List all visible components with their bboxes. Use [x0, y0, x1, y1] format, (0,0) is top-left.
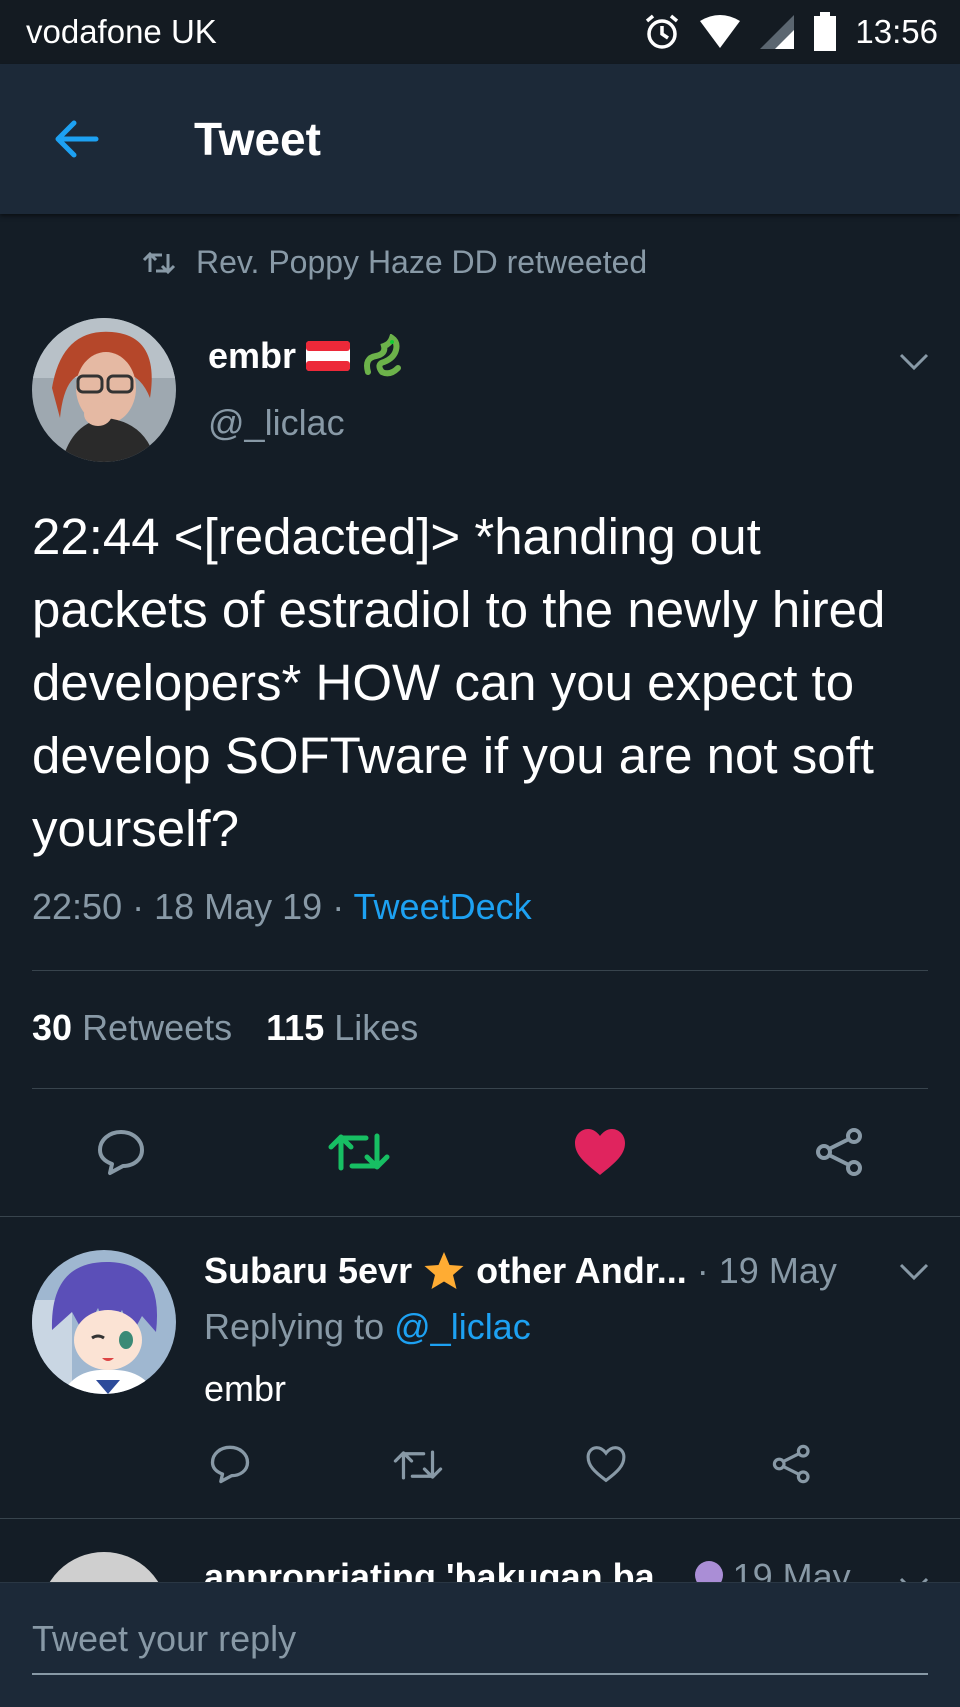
- app-bar: Tweet: [0, 64, 960, 214]
- next-reply-menu-button[interactable]: [894, 1566, 934, 1582]
- signal-icon: [760, 15, 795, 49]
- like-button[interactable]: [570, 1126, 630, 1178]
- like-count-label: Likes: [334, 1007, 419, 1048]
- reply-date: 19 May: [718, 1250, 837, 1291]
- next-reply-date: 19 May: [732, 1556, 851, 1582]
- replying-to: Replying to @_liclac: [204, 1306, 531, 1348]
- reply-author-name: Subaru 5evr: [204, 1250, 413, 1291]
- tweet-date: 18 May 19: [154, 886, 323, 927]
- status-icons: 13:56: [643, 12, 938, 52]
- alarm-icon: [646, 14, 679, 49]
- back-arrow-icon: [55, 120, 99, 158]
- retweet-button[interactable]: [326, 1128, 392, 1176]
- reply-author-name-suffix: other Andr...: [476, 1250, 687, 1291]
- author-name: embr: [208, 335, 297, 376]
- octopus-icon: [694, 1561, 723, 1582]
- status-bar: vodafone UK 13:56: [0, 0, 960, 64]
- clock: 13:56: [855, 13, 938, 50]
- replying-to-handle[interactable]: @_liclac: [394, 1306, 531, 1347]
- like-count-link[interactable]: 115 Likes: [266, 1007, 418, 1049]
- like-count: 115: [266, 1007, 325, 1048]
- reply-share-button[interactable]: [770, 1444, 814, 1484]
- retweet-count-link[interactable]: 30 Retweets: [32, 1007, 232, 1049]
- retweet-count-label: Retweets: [82, 1007, 233, 1048]
- divider: [0, 1216, 960, 1217]
- meta-separator: ·: [122, 886, 155, 927]
- author-name-row[interactable]: embr: [208, 334, 404, 378]
- chevron-down-icon: [899, 353, 929, 371]
- reply-icon: [210, 1445, 250, 1484]
- author-handle[interactable]: @_liclac: [208, 402, 345, 444]
- next-reply-author-name: appropriating 'bakugan ba...: [204, 1556, 685, 1582]
- reply-reply-button[interactable]: [208, 1444, 252, 1484]
- reply-header[interactable]: Subaru 5evr other Andr... · 19 May: [204, 1250, 837, 1292]
- retweet-context-label: Rev. Poppy Haze DD retweeted: [196, 244, 648, 280]
- retweet-icon: [393, 1450, 443, 1480]
- reply-like-button[interactable]: [584, 1444, 628, 1484]
- page-title: Tweet: [194, 113, 321, 165]
- divider: [32, 970, 928, 971]
- reply-menu-button[interactable]: [894, 1252, 934, 1292]
- reply-text: embr: [204, 1368, 287, 1409]
- tweet-text: 22:44 <[redacted]> *handing out packets …: [32, 508, 886, 857]
- share-icon: [772, 1444, 810, 1484]
- share-icon: [816, 1128, 862, 1176]
- star-icon: [424, 1252, 464, 1289]
- engagement-counts: 30 Retweets 115 Likes: [32, 1007, 418, 1049]
- share-button[interactable]: [812, 1126, 868, 1178]
- battery-icon: [814, 12, 837, 51]
- replying-to-prefix: Replying to: [204, 1306, 385, 1347]
- carrier-label: vodafone UK: [26, 13, 217, 50]
- reply-retweet-button[interactable]: [392, 1446, 444, 1484]
- meta-separator: ·: [686, 1250, 719, 1291]
- heart-filled-icon: [575, 1129, 625, 1175]
- wifi-icon: [700, 15, 741, 48]
- back-button[interactable]: [26, 89, 126, 189]
- screen: vodafone UK 13:56 Tweet Rev. Poppy Haze …: [0, 0, 960, 1707]
- divider: [32, 1088, 928, 1089]
- next-reply-avatar[interactable]: [40, 1552, 168, 1582]
- tweet-menu-button[interactable]: [894, 342, 934, 382]
- chevron-down-icon: [899, 1263, 929, 1281]
- retweet-count: 30: [32, 1007, 73, 1048]
- next-reply[interactable]: appropriating 'bakugan ba... 19 May: [0, 1540, 960, 1582]
- reply-icon: [98, 1130, 144, 1175]
- compose-bar: [0, 1582, 960, 1707]
- retweet-icon: [328, 1133, 390, 1171]
- tweet-meta: 22:50 · 18 May 19 · TweetDeck: [32, 886, 532, 928]
- retweet-context[interactable]: Rev. Poppy Haze DD retweeted: [142, 244, 647, 281]
- avatar[interactable]: [32, 318, 176, 462]
- austria-flag-icon: [306, 341, 351, 371]
- next-reply-header: appropriating 'bakugan ba... 19 May: [204, 1556, 851, 1582]
- dragon-icon: [364, 334, 402, 377]
- heart-icon: [586, 1446, 626, 1483]
- reply-avatar[interactable]: [32, 1250, 176, 1394]
- reply-button[interactable]: [90, 1126, 152, 1178]
- tweet-time: 22:50: [32, 886, 123, 927]
- retweet-icon: [142, 251, 176, 274]
- divider: [0, 1518, 960, 1519]
- meta-separator: ·: [322, 886, 354, 927]
- tweet-source-link[interactable]: TweetDeck: [354, 886, 532, 927]
- reply-input[interactable]: [32, 1605, 928, 1675]
